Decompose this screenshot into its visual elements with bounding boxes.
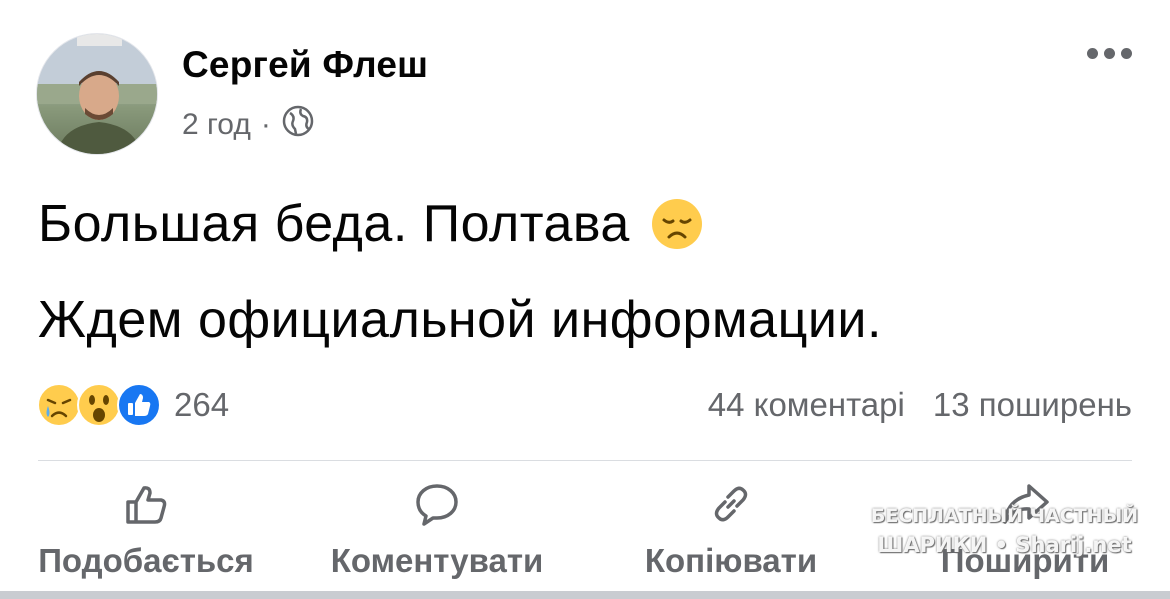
avatar[interactable] [36,33,158,155]
like-button-label: Подобається [38,542,254,579]
post-line-2: Ждем официальной информации. [38,291,882,349]
post-line-1-text: Большая беда. Полтава [38,195,630,253]
disappointed-face-emoji [651,199,702,249]
comment-button[interactable]: Коментувати [304,480,570,580]
more-dot [1104,48,1115,59]
watermark: БЕСПЛАТНЫЙ ЧАСТНЫЙ ШАРИКИ • Sharij.net [862,505,1147,557]
post-meta: 2 год · [182,104,315,146]
thumbs-up-icon [126,486,167,524]
more-options-button[interactable] [1087,48,1132,59]
post-author-name[interactable]: Сергей Флеш [182,44,428,86]
like-button[interactable]: Подобається [18,480,274,580]
more-dot [1121,48,1132,59]
link-icon [714,486,748,522]
copy-button[interactable]: Копіювати [624,480,838,580]
post-text: Большая беда. Полтава Ждем официальной и… [38,176,882,368]
meta-separator: · [260,108,271,141]
shares-count[interactable]: 13 поширень [933,386,1132,424]
bottom-separator [0,591,1170,599]
more-dot [1087,48,1098,59]
watermark-line-1: БЕСПЛАТНЫЙ ЧАСТНЫЙ [870,505,1139,527]
post-time[interactable]: 2 год [182,108,251,142]
watermark-line-2: ШАРИКИ • Sharij.net [877,533,1132,557]
avatar-photo [37,34,157,154]
post-line-1: Большая беда. Полтава [38,176,882,272]
post-stats: 44 коментарі 13 поширень [708,386,1132,424]
globe-icon[interactable] [281,104,315,146]
comments-count[interactable]: 44 коментарі [708,386,905,424]
like-reaction-icon [117,383,161,427]
divider [38,460,1132,461]
reactions-count[interactable]: 264 [174,386,229,424]
copy-button-label: Копіювати [644,542,818,579]
comment-button-label: Коментувати [330,542,544,579]
comment-bubble-icon [416,484,458,526]
reactions-summary[interactable]: 264 [36,382,229,428]
